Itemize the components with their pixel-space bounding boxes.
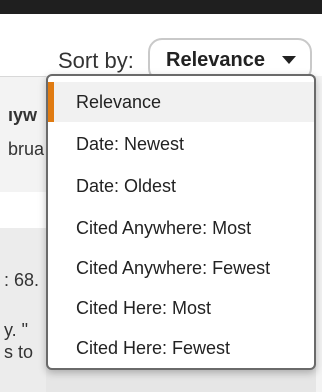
- snippet-fragment-3: s to: [4, 342, 34, 362]
- sort-option-cited-anywhere-fewest[interactable]: Cited Anywhere: Fewest: [48, 248, 314, 288]
- chevron-down-icon: [282, 56, 296, 64]
- sort-by-label: Sort by:: [58, 48, 134, 73]
- result-card-fragment: ıyw brua: [0, 76, 46, 193]
- right-edge-fragment: [316, 76, 322, 392]
- sort-option-date-newest[interactable]: Date: Newest: [48, 124, 314, 164]
- result-snippet-fragment: : 68. y. " s to: [0, 228, 46, 392]
- snippet-fragment-1: : 68.: [4, 270, 40, 290]
- result-divider-fragment: [0, 192, 46, 228]
- snippet-fragment-2: y. ": [4, 320, 29, 340]
- result-date-fragment: brua: [8, 139, 45, 159]
- sort-option-cited-here-most[interactable]: Cited Here: Most: [48, 288, 314, 328]
- sort-header: Sort by: Relevance: [0, 14, 322, 82]
- top-bar: [0, 0, 322, 14]
- sort-option-date-oldest[interactable]: Date: Oldest: [48, 166, 314, 206]
- result-title-fragment: ıyw: [8, 105, 38, 125]
- sort-option-relevance[interactable]: Relevance: [48, 82, 314, 122]
- sort-option-cited-anywhere-most[interactable]: Cited Anywhere: Most: [48, 208, 314, 248]
- sort-option-cited-here-fewest[interactable]: Cited Here: Fewest: [48, 328, 314, 368]
- sort-dropdown-menu: Relevance Date: Newest Date: Oldest Cite…: [46, 74, 316, 370]
- sort-select-value: Relevance: [166, 48, 265, 71]
